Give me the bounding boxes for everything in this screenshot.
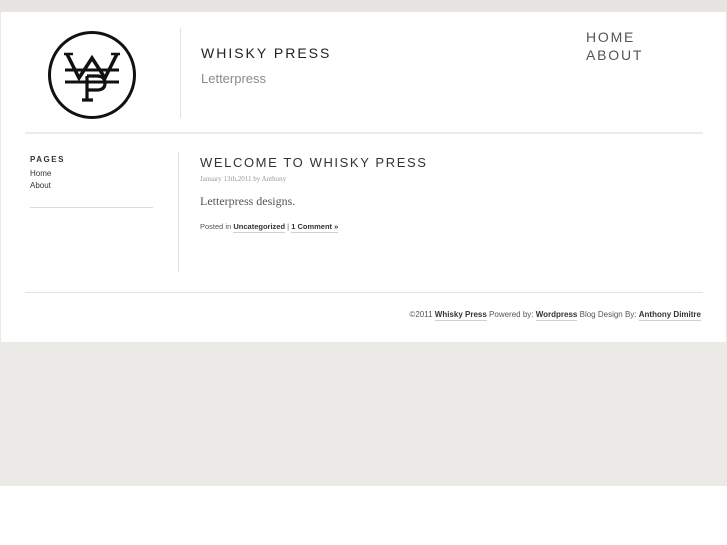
sidebar-rule: [30, 207, 153, 208]
content-card: WHISKY PRESS Letterpress HOME ABOUT PAGE…: [1, 12, 726, 342]
content-divider: [178, 152, 179, 272]
header-divider: [180, 28, 181, 118]
nav-home-link[interactable]: HOME: [586, 28, 643, 46]
comments-link[interactable]: 1 Comment »: [291, 222, 339, 233]
post-footer-separator: |: [287, 222, 290, 231]
posted-in-label: Posted in: [200, 222, 232, 231]
post-footer: Posted in Uncategorized | 1 Comment »: [200, 222, 339, 233]
wp-monogram-logo-icon: [48, 31, 136, 119]
site-footer: ©2011 Whisky Press Powered by: Wordpress…: [409, 310, 701, 321]
sidebar-pages-list: Home About: [30, 168, 51, 191]
site-title[interactable]: WHISKY PRESS: [201, 45, 331, 61]
category-link[interactable]: Uncategorized: [233, 222, 286, 233]
wordpress-link[interactable]: Wordpress: [535, 310, 578, 321]
footer-site-link[interactable]: Whisky Press: [434, 310, 487, 321]
post-title[interactable]: WELCOME TO WHISKY PRESS: [200, 155, 428, 170]
post-body: Letterpress designs.: [200, 194, 296, 208]
footer-rule: [25, 292, 703, 293]
designer-link[interactable]: Anthony Dimitre: [638, 310, 701, 321]
post-meta: January 13th,2011 by Anthony: [200, 175, 287, 183]
main-nav: HOME ABOUT: [586, 28, 643, 64]
copyright-text: ©2011: [409, 310, 433, 319]
powered-by-label: Powered by:: [489, 310, 534, 319]
sidebar-link-home[interactable]: Home: [30, 168, 51, 180]
sidebar-heading: PAGES: [30, 155, 65, 164]
nav-about-link[interactable]: ABOUT: [586, 46, 643, 64]
design-by-label: Blog Design By:: [579, 310, 637, 319]
site-logo[interactable]: [47, 30, 137, 120]
header-rule: [25, 132, 703, 134]
site-tagline: Letterpress: [201, 71, 267, 86]
sidebar-link-about[interactable]: About: [30, 180, 51, 192]
